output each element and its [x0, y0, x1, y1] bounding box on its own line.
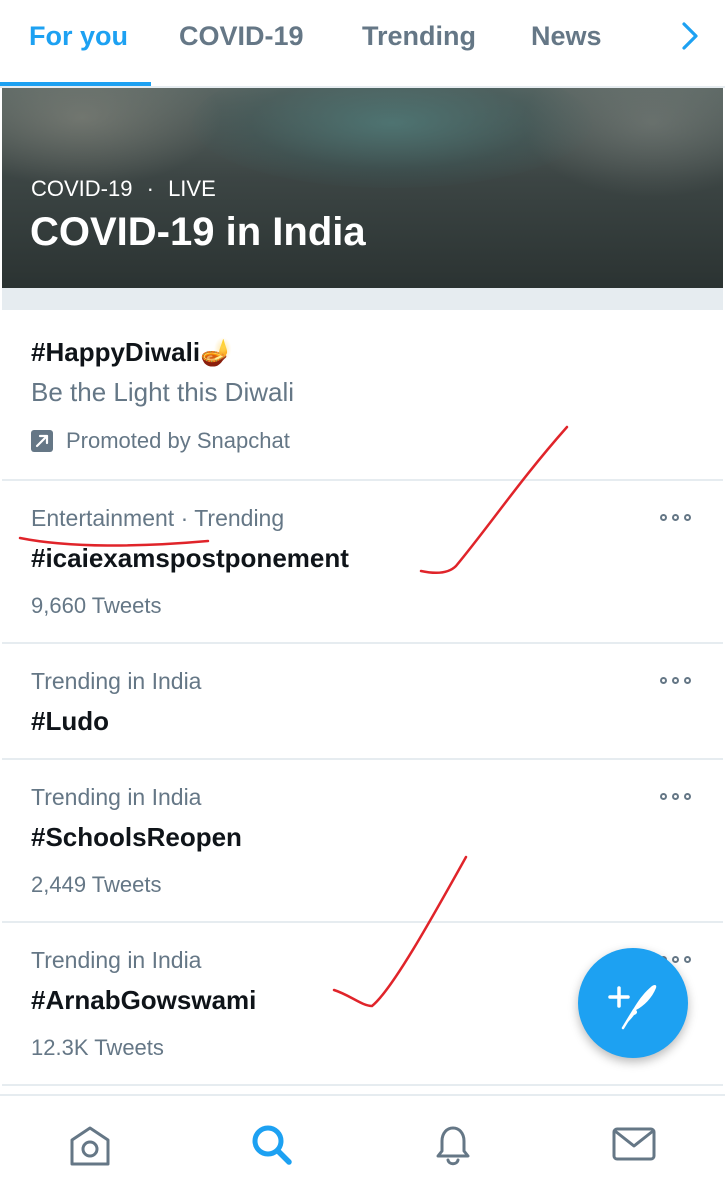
trend-hashtag: #ArnabGowswami	[31, 985, 257, 1015]
bottom-navigation	[0, 1094, 725, 1202]
trend-hashtag: #SchoolsReopen	[31, 822, 242, 852]
compose-tweet-icon	[608, 984, 657, 1030]
trend-item[interactable]: Entertainment · Trending #icaiexamspostp…	[2, 481, 723, 644]
hero-meta: COVID-19 · LIVE	[31, 176, 216, 202]
more-dots-icon[interactable]	[660, 788, 694, 808]
trend-item[interactable]: Trending in India #SchoolsReopen 2,449 T…	[2, 760, 723, 923]
promoted-by-label: Promoted by Snapchat	[66, 428, 290, 453]
search-icon[interactable]	[244, 1116, 300, 1172]
promoted-hashtag: #HappyDiwali🪔	[31, 337, 232, 368]
hero-title: COVID-19 in India	[30, 210, 366, 254]
trend-context: Trending in India	[31, 784, 202, 810]
more-dots-icon[interactable]	[660, 672, 694, 692]
promoted-trend[interactable]: #HappyDiwali🪔 Be the Light this Diwali P…	[2, 310, 723, 481]
hero-category: COVID-19	[31, 176, 133, 201]
tab-trending[interactable]: Trending	[362, 0, 476, 86]
messages-envelope-icon[interactable]	[606, 1116, 662, 1172]
covid-hero-card[interactable]: COVID-19 · LIVE COVID-19 in India	[2, 88, 723, 288]
trend-context: Entertainment · Trending	[31, 505, 285, 531]
trend-hashtag: #Ludo	[31, 706, 109, 736]
trend-hashtag: #icaiexamspostponement	[31, 543, 349, 573]
trend-context: Trending in India	[31, 668, 202, 694]
trend-tweet-count: 12.3K Tweets	[31, 1035, 164, 1060]
tab-news[interactable]: News	[531, 0, 602, 86]
more-dots-icon[interactable]	[660, 509, 694, 529]
chevron-right-icon[interactable]	[668, 14, 712, 58]
home-icon[interactable]	[62, 1116, 118, 1172]
promoted-description: Be the Light this Diwali	[31, 377, 295, 407]
trend-context: Trending in India	[31, 947, 202, 973]
hero-background-blur	[2, 88, 222, 188]
trend-tweet-count: 2,449 Tweets	[31, 872, 162, 897]
trend-tweet-count: 9,660 Tweets	[31, 593, 162, 618]
trend-item[interactable]: Trending in India #Ludo	[2, 644, 723, 760]
hero-separator: ·	[146, 176, 154, 201]
promoted-arrow-icon	[31, 430, 53, 452]
promoted-hashtag-text: #HappyDiwali	[31, 337, 201, 367]
notifications-bell-icon[interactable]	[425, 1116, 481, 1172]
compose-tweet-button[interactable]	[578, 948, 688, 1058]
hero-background-blur	[522, 88, 723, 198]
diya-emoji: 🪔	[200, 337, 233, 367]
tab-covid-19[interactable]: COVID-19	[179, 0, 304, 86]
top-tab-bar: For you COVID-19 Trending News	[0, 0, 725, 88]
active-tab-indicator	[0, 82, 151, 86]
section-divider	[2, 288, 723, 310]
tab-for-you[interactable]: For you	[29, 0, 128, 86]
hero-status: LIVE	[168, 176, 216, 201]
